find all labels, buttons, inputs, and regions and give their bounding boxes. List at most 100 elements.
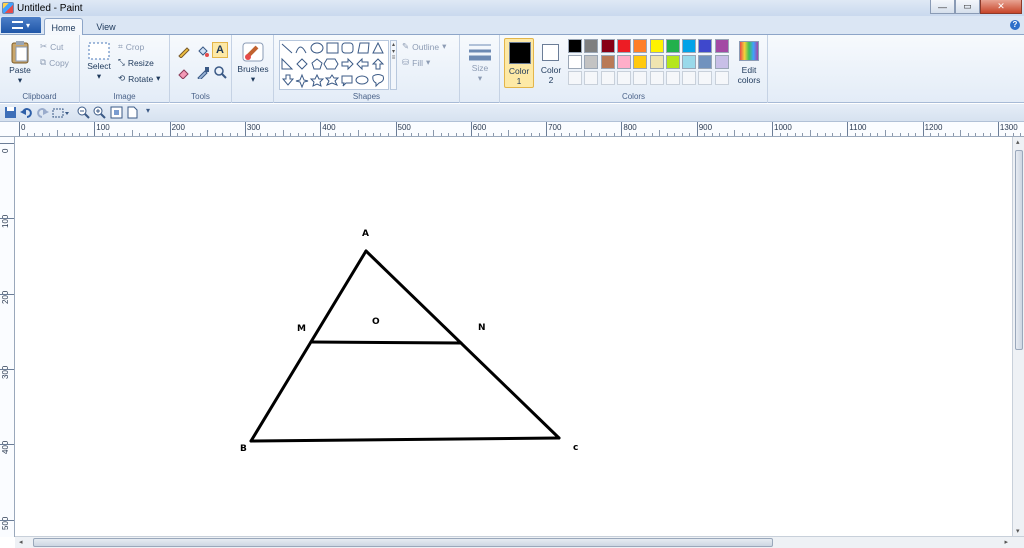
rotate-button[interactable]: ⟲ Rotate ▾ [118, 73, 160, 84]
fit-window-icon[interactable] [110, 106, 123, 119]
fill-button[interactable]: ⛁ Fill ▾ [402, 57, 430, 68]
text-tool-icon[interactable]: A [212, 42, 228, 58]
drawing-canvas[interactable]: A M O N B c [15, 137, 1012, 536]
horizontal-scroll-thumb[interactable] [33, 538, 773, 547]
palette-empty-swatch[interactable] [633, 71, 648, 85]
palette-swatch[interactable] [600, 55, 615, 69]
palette-swatch[interactable] [682, 39, 697, 53]
outline-button[interactable]: ✎ Outline ▾ [402, 41, 446, 52]
edit-colors-button[interactable]: Edit colors [734, 39, 764, 89]
shapes-gallery[interactable] [279, 40, 389, 90]
ruler-minor-tick [824, 133, 826, 136]
scroll-down-icon[interactable]: ▾ [1016, 527, 1020, 535]
vertical-scrollbar[interactable]: ▴ ▾ [1012, 137, 1024, 536]
paste-button[interactable]: Paste ▾ [6, 39, 34, 86]
palette-swatch[interactable] [600, 39, 615, 53]
ruler-minor-tick [297, 133, 299, 136]
scroll-up-icon[interactable]: ▴ [1016, 138, 1020, 146]
palette-swatch[interactable] [714, 39, 729, 53]
ruler-minor-tick [154, 133, 156, 136]
horizontal-scrollbar[interactable]: ◂ ▸ [15, 536, 1024, 548]
palette-swatch[interactable] [665, 39, 680, 53]
cut-button[interactable]: ✂ Cut [40, 41, 63, 52]
copy-button[interactable]: ⧉ Copy [40, 57, 69, 68]
palette-empty-swatch[interactable] [682, 71, 697, 85]
copy-label: Copy [49, 57, 69, 68]
help-icon[interactable]: ? [1010, 20, 1020, 30]
new-document-icon[interactable] [126, 106, 139, 119]
ruler-minor-tick [192, 133, 194, 136]
ruler-minor-tick [290, 133, 292, 136]
ruler-minor-tick [259, 133, 261, 136]
ruler-minor-tick [982, 133, 984, 136]
ruler-minor-tick [960, 130, 962, 136]
eraser-icon[interactable] [175, 64, 191, 80]
palette-swatch[interactable] [616, 39, 631, 53]
palette-empty-swatch[interactable] [568, 71, 582, 85]
size-button[interactable]: Size ▾ [465, 41, 495, 84]
palette-swatch[interactable] [568, 39, 582, 53]
select-button[interactable]: Select ▾ [86, 41, 112, 82]
ruler-minor-tick [674, 133, 676, 136]
point-label-o: O [372, 317, 380, 327]
customize-toolbar-icon[interactable]: ▾ [146, 106, 159, 119]
palette-swatch[interactable] [633, 39, 648, 53]
zoom-out-icon[interactable] [77, 106, 90, 119]
save-icon[interactable] [4, 106, 17, 119]
palette-swatch[interactable] [665, 55, 680, 69]
tab-view[interactable]: View [88, 18, 124, 35]
pencil-icon[interactable] [175, 43, 191, 59]
palette-empty-swatch[interactable] [714, 71, 729, 85]
palette-swatch[interactable] [649, 39, 664, 53]
select-dropdown-icon[interactable] [52, 106, 70, 119]
palette-swatch[interactable] [714, 55, 729, 69]
brushes-button[interactable]: Brushes ▾ [236, 40, 270, 85]
scroll-right-icon[interactable]: ▸ [1004, 538, 1008, 546]
color2-button[interactable]: Color 2 [537, 38, 565, 88]
color1-label-line1: Color [508, 66, 530, 76]
magnifier-icon[interactable] [212, 64, 228, 80]
palette-swatch[interactable] [633, 55, 648, 69]
ruler-minor-tick [937, 133, 939, 136]
ruler-minor-tick [433, 130, 435, 136]
palette-empty-swatch[interactable] [698, 71, 713, 85]
palette-swatch[interactable] [698, 39, 713, 53]
palette-empty-swatch[interactable] [649, 71, 664, 85]
palette-swatch[interactable] [649, 55, 664, 69]
zoom-in-icon[interactable] [93, 106, 106, 119]
color-picker-icon[interactable] [194, 64, 210, 80]
ruler-minor-tick [613, 133, 615, 136]
paint-menu-button[interactable]: ▾ [1, 17, 41, 33]
ruler-minor-tick [726, 133, 728, 136]
fill-bucket-icon[interactable] [194, 43, 210, 59]
palette-empty-swatch[interactable] [665, 71, 680, 85]
maximize-button[interactable]: ▭ [955, 0, 980, 14]
resize-button[interactable]: ⤡ Resize [118, 57, 154, 68]
ruler-minor-tick [327, 133, 329, 136]
palette-swatch[interactable] [584, 39, 599, 53]
paint-app-icon[interactable] [2, 2, 14, 14]
shapes-scroll[interactable]: ▴ ▾ ≡ [390, 40, 397, 90]
palette-empty-swatch[interactable] [600, 71, 615, 85]
color1-button[interactable]: Color 1 [504, 38, 534, 88]
redo-icon[interactable] [36, 106, 49, 119]
ruler-minor-tick [350, 133, 352, 136]
palette-swatch[interactable] [616, 55, 631, 69]
crop-button[interactable]: ⌗ Crop [118, 41, 144, 52]
palette-swatch[interactable] [584, 55, 599, 69]
minimize-button[interactable]: — [930, 0, 955, 14]
scroll-left-icon[interactable]: ◂ [19, 538, 23, 546]
vertical-scroll-thumb[interactable] [1015, 150, 1023, 350]
palette-swatch[interactable] [568, 55, 582, 69]
ruler-tick [0, 368, 14, 370]
ruler-minor-tick [1012, 133, 1014, 136]
palette-swatch[interactable] [698, 55, 713, 69]
tab-home[interactable]: Home [44, 18, 83, 36]
edit-colors-label: Edit colors [734, 65, 764, 85]
close-button[interactable]: ✕ [980, 0, 1022, 14]
point-label-n: N [478, 323, 486, 333]
palette-empty-swatch[interactable] [584, 71, 599, 85]
palette-empty-swatch[interactable] [616, 71, 631, 85]
undo-icon[interactable] [20, 106, 33, 119]
palette-swatch[interactable] [682, 55, 697, 69]
